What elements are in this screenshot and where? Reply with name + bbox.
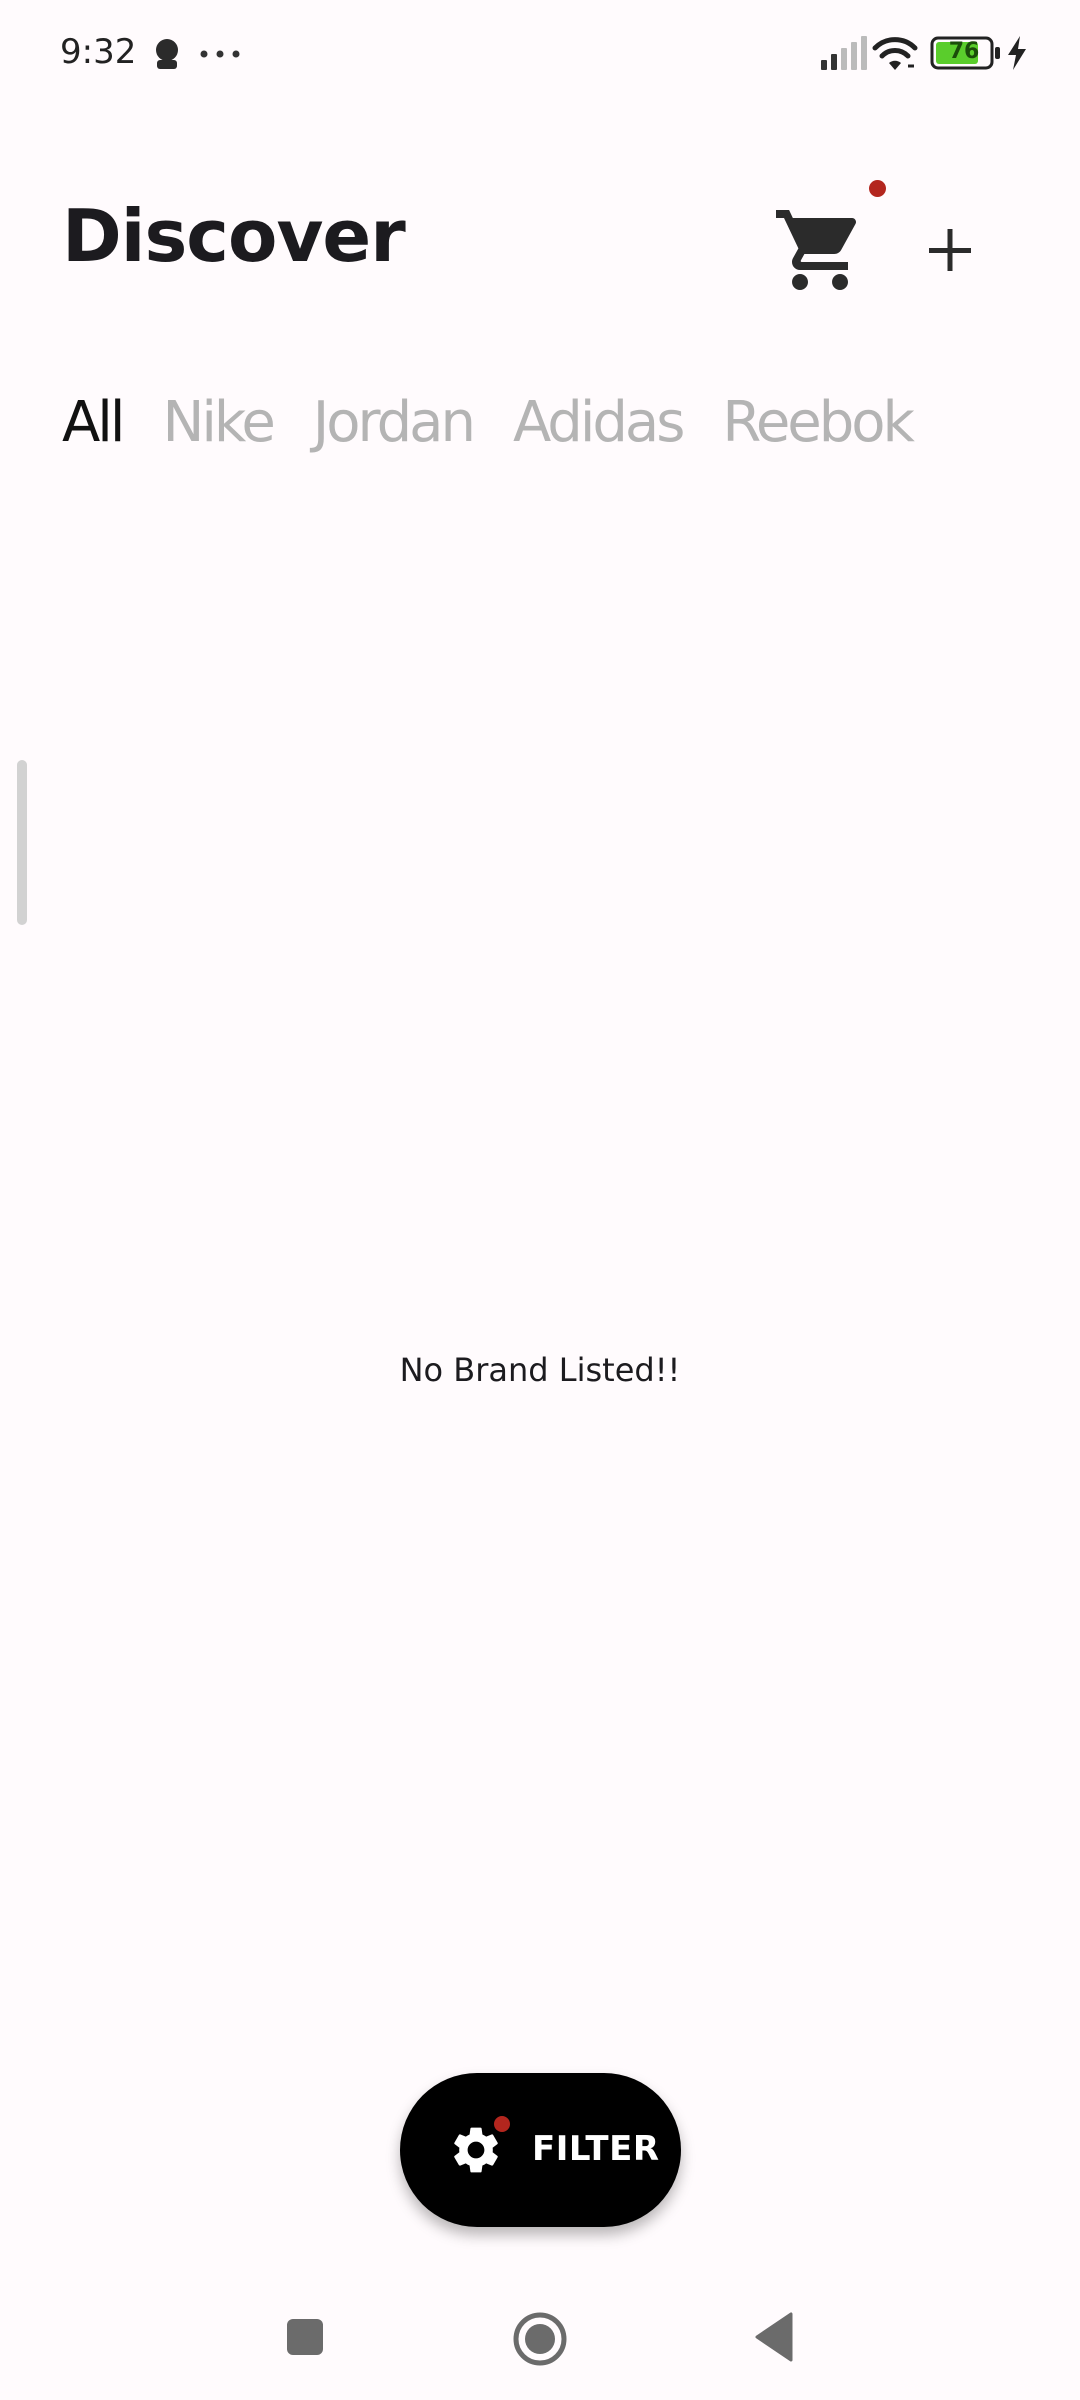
tab-all[interactable]: All bbox=[62, 395, 125, 465]
status-time: 9:32 bbox=[60, 32, 137, 72]
tab-nike[interactable]: Nike bbox=[162, 395, 275, 465]
more-dots-icon bbox=[200, 50, 240, 58]
tab-jordan[interactable]: Jordan bbox=[313, 395, 476, 465]
status-bar: 9:32 76 bbox=[0, 0, 1080, 110]
scrollbar[interactable] bbox=[17, 760, 27, 925]
filter-label: FILTER bbox=[532, 2129, 660, 2169]
home-icon[interactable] bbox=[511, 2310, 569, 2368]
plus-icon bbox=[929, 229, 971, 271]
recents-icon[interactable] bbox=[285, 2317, 325, 2357]
add-button[interactable] bbox=[910, 210, 990, 290]
filter-button[interactable]: FILTER bbox=[400, 2073, 681, 2227]
tab-reebok[interactable]: Reebok bbox=[722, 395, 915, 465]
filter-notification-dot bbox=[494, 2116, 510, 2132]
wifi-icon bbox=[872, 37, 918, 70]
battery-level: 76 bbox=[948, 39, 980, 64]
cart-icon bbox=[776, 210, 857, 290]
cart-button[interactable] bbox=[772, 202, 868, 298]
person-icon bbox=[156, 39, 178, 69]
empty-state-message: No Brand Listed!! bbox=[399, 1351, 681, 1389]
charging-bolt-icon bbox=[1008, 36, 1026, 70]
signal-icon bbox=[821, 36, 867, 70]
system-nav-bar bbox=[0, 2270, 1080, 2400]
tab-adidas[interactable]: Adidas bbox=[513, 395, 685, 465]
back-icon[interactable] bbox=[753, 2312, 795, 2362]
cart-notification-dot bbox=[869, 180, 886, 197]
brand-tabs: All Nike Jordan Adidas Reebok bbox=[62, 395, 952, 465]
page-title: Discover bbox=[62, 194, 406, 278]
gear-icon bbox=[454, 2127, 498, 2173]
